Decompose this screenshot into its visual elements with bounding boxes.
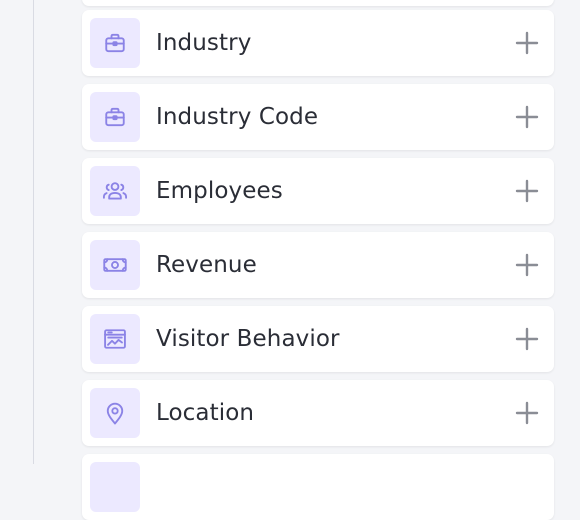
- briefcase-icon: [90, 18, 140, 68]
- filter-item-label: Revenue: [156, 252, 257, 278]
- plus-icon: [515, 401, 539, 425]
- browser-chart-icon: [90, 314, 140, 364]
- filter-item-label: Industry: [156, 30, 252, 56]
- plus-icon: [515, 327, 539, 351]
- filter-item-label: Location: [156, 400, 255, 426]
- users-icon: [90, 166, 140, 216]
- plus-icon: [515, 253, 539, 277]
- add-filter-button[interactable]: [514, 104, 540, 130]
- add-filter-button[interactable]: [514, 178, 540, 204]
- filter-item-industry-code[interactable]: Industry Code: [82, 84, 554, 150]
- filter-item-icon: [90, 462, 140, 512]
- plus-icon: [515, 105, 539, 129]
- filter-item-visitor-behavior[interactable]: Visitor Behavior: [82, 306, 554, 372]
- filter-item-revenue[interactable]: Revenue: [82, 232, 554, 298]
- add-filter-button[interactable]: [514, 252, 540, 278]
- plus-icon: [515, 179, 539, 203]
- filter-item-location[interactable]: Location: [82, 380, 554, 446]
- filter-item-partial-top[interactable]: [82, 0, 554, 6]
- add-filter-button[interactable]: [514, 326, 540, 352]
- location-pin-icon: [90, 388, 140, 438]
- sidebar-border: [33, 0, 34, 464]
- filter-item-industry[interactable]: Industry: [82, 10, 554, 76]
- filter-list: Industry Industry Code Employees Revenue…: [82, 0, 554, 520]
- filter-item-employees[interactable]: Employees: [82, 158, 554, 224]
- filter-item-label: Employees: [156, 178, 283, 204]
- add-filter-button[interactable]: [514, 30, 540, 56]
- filter-item-label: Visitor Behavior: [156, 326, 340, 352]
- money-icon: [90, 240, 140, 290]
- plus-icon: [515, 31, 539, 55]
- add-filter-button[interactable]: [514, 400, 540, 426]
- briefcase-icon: [90, 92, 140, 142]
- filter-item-label: Industry Code: [156, 104, 319, 130]
